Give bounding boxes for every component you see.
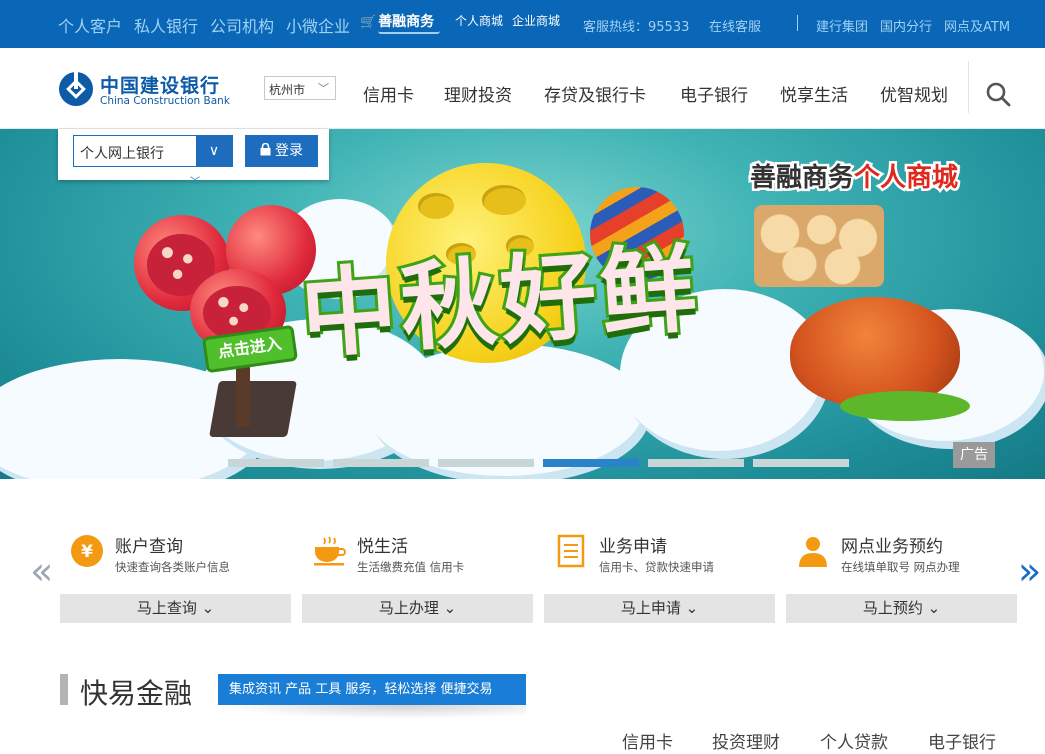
- yen-icon: ¥: [71, 535, 103, 567]
- handle-now-button[interactable]: 马上办理 ⌄: [302, 594, 533, 623]
- ad-badge: 广告: [953, 442, 995, 468]
- nav-life[interactable]: 悦享生活: [780, 81, 848, 106]
- banner-headline: 中秋好鲜: [294, 229, 707, 375]
- section-tagline: 集成资讯 产品 工具 服务，轻松选择 便捷交易: [218, 674, 526, 705]
- group-link[interactable]: 建行集团: [816, 16, 868, 35]
- tab-e-banking[interactable]: 电子银行: [928, 728, 996, 753]
- prev-arrow-icon[interactable]: «: [30, 552, 53, 590]
- nav-divider: [968, 61, 969, 113]
- topbar-divider: [797, 15, 798, 31]
- cart-icon: 🛒: [360, 15, 377, 30]
- shanrong-link[interactable]: 🛒 善融商务: [360, 11, 440, 34]
- city-value: 杭州市: [269, 83, 306, 97]
- scallops-illustration: [754, 205, 884, 287]
- tab-personal-loan[interactable]: 个人贷款: [820, 728, 888, 753]
- segment-small-business[interactable]: 小微企业: [286, 13, 350, 37]
- main-header: 中国建设银行 China Construction Bank 杭州市 ﹀ 信用卡…: [0, 48, 1045, 129]
- shanrong-label: 善融商务: [378, 14, 435, 30]
- service-name: 账户查询: [115, 537, 183, 557]
- service-desc: 信用卡、贷款快速申请: [599, 560, 714, 574]
- login-panel: 个人网上银行 ∨ 登录 ﹀: [58, 129, 329, 188]
- mall-enterprise-link[interactable]: 企业商城: [512, 12, 560, 29]
- carousel-dot[interactable]: [333, 459, 429, 467]
- search-icon[interactable]: [985, 81, 1011, 107]
- logo-chinese: 中国建设银行: [100, 75, 221, 97]
- segment-personal[interactable]: 个人客户: [58, 13, 122, 37]
- carousel-dot[interactable]: [228, 459, 324, 467]
- chevron-down-icon: ∨: [196, 136, 232, 166]
- nav-planning[interactable]: 优智规划: [880, 81, 948, 106]
- service-name: 网点业务预约: [841, 537, 943, 557]
- query-now-button[interactable]: 马上查询 ⌄: [60, 594, 291, 623]
- service-desc: 生活缴费充值 信用卡: [357, 560, 465, 574]
- nav-e-banking[interactable]: 电子银行: [680, 81, 748, 106]
- promo-prefix: 善融商务: [747, 161, 856, 196]
- apply-now-button[interactable]: 马上申请 ⌄: [544, 594, 775, 623]
- button-label: 马上预约: [862, 599, 923, 617]
- logo-english: China Construction Bank: [100, 95, 230, 107]
- carousel-dot-active[interactable]: [543, 459, 639, 467]
- button-label: 马上办理: [378, 599, 439, 617]
- greens-illustration: [840, 391, 970, 421]
- segment-corporate[interactable]: 公司机构: [210, 13, 274, 37]
- expand-indicator-icon: ﹀: [190, 177, 200, 188]
- document-icon: [557, 534, 585, 568]
- nav-wealth[interactable]: 理财投资: [444, 81, 512, 106]
- section-marker: [60, 674, 68, 705]
- ccb-logo-icon[interactable]: [58, 71, 94, 107]
- atm-link[interactable]: 网点及ATM: [944, 16, 1010, 35]
- section-title: 快易金融: [80, 677, 193, 710]
- crab-illustration: [790, 297, 960, 407]
- shanrong-underline: [378, 31, 440, 34]
- svg-text:¥: ¥: [81, 542, 93, 562]
- online-service-link[interactable]: 在线客服: [709, 16, 761, 35]
- service-name: 业务申请: [599, 537, 667, 557]
- cup-icon: [314, 536, 346, 566]
- login-type-value: 个人网上银行: [80, 146, 164, 162]
- promo-suffix: 个人商城: [852, 161, 961, 196]
- nav-deposit-loan-card[interactable]: 存贷及银行卡: [544, 81, 646, 106]
- chevron-down-icon: ⌄: [443, 599, 457, 617]
- chevron-down-icon: ⌄: [201, 599, 215, 617]
- carousel-dot[interactable]: [648, 459, 744, 467]
- tab-investment[interactable]: 投资理财: [712, 728, 780, 753]
- next-arrow-icon[interactable]: »: [1018, 552, 1041, 590]
- person-icon: [799, 537, 827, 567]
- chevron-down-icon: ⌄: [927, 599, 941, 617]
- sign-base: [209, 381, 297, 437]
- chevron-down-icon: ﹀: [318, 82, 329, 95]
- tagline-shadow: [218, 705, 526, 719]
- book-now-button[interactable]: 马上预约 ⌄: [786, 594, 1017, 623]
- button-label: 马上申请: [620, 599, 681, 617]
- hotline: 客服热线：95533: [583, 20, 690, 35]
- carousel-dot[interactable]: [438, 459, 534, 467]
- login-button-label: 登录: [275, 143, 303, 159]
- carousel-dot[interactable]: [753, 459, 849, 467]
- nav-credit-card[interactable]: 信用卡: [363, 81, 414, 106]
- top-bar: 个人客户 私人银行 公司机构 小微企业 🛒 善融商务 个人商城 企业商城 客服热线…: [0, 0, 1045, 48]
- promo-banner[interactable]: 点击进入 中秋好鲜 善融商务个人商城 广告: [0, 129, 1045, 479]
- mall-personal-link[interactable]: 个人商城: [455, 12, 503, 29]
- segment-private-banking[interactable]: 私人银行: [134, 13, 198, 37]
- service-name: 悦生活: [357, 537, 408, 557]
- service-desc: 快速查询各类账户信息: [115, 560, 230, 574]
- service-desc: 在线填单取号 网点办理: [841, 560, 960, 574]
- login-button[interactable]: 登录: [245, 135, 318, 167]
- lock-icon: [260, 142, 271, 156]
- domestic-branch-link[interactable]: 国内分行: [880, 16, 932, 35]
- tab-credit-card[interactable]: 信用卡: [622, 728, 673, 753]
- login-type-select[interactable]: 个人网上银行 ∨: [73, 135, 233, 167]
- button-label: 马上查询: [136, 599, 197, 617]
- city-select[interactable]: 杭州市 ﹀: [264, 76, 336, 100]
- banner-promo-title: 善融商务个人商城: [747, 157, 961, 196]
- chevron-down-icon: ⌄: [685, 599, 699, 617]
